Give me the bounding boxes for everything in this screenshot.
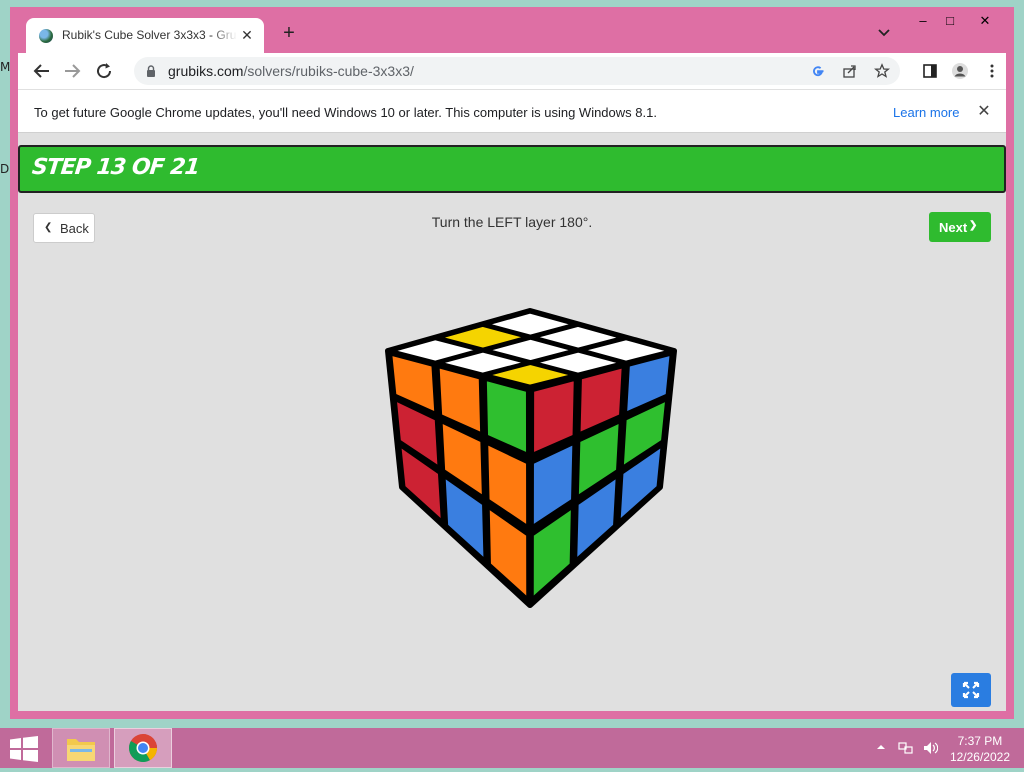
star-icon[interactable] xyxy=(874,63,890,79)
side-panel-icon[interactable] xyxy=(922,63,938,79)
infobar-message: To get future Google Chrome updates, you… xyxy=(34,105,657,120)
new-tab-button[interactable]: + xyxy=(278,22,300,44)
profile-avatar-icon[interactable] xyxy=(952,63,968,79)
lock-icon xyxy=(147,65,155,77)
tab-title: Rubik's Cube Solver 3x3x3 - Grubiks xyxy=(62,28,237,42)
url-domain: grubiks.com xyxy=(168,63,244,79)
show-hidden-icons-icon[interactable] xyxy=(876,742,886,752)
globe-icon xyxy=(39,29,53,43)
network-icon[interactable] xyxy=(898,740,914,756)
back-arrow-icon[interactable] xyxy=(30,59,54,83)
rubiks-cube-3d[interactable] xyxy=(358,299,678,609)
google-icon[interactable] xyxy=(810,63,826,79)
url-text: grubiks.com/solvers/rubiks-cube-3x3x3/ xyxy=(168,63,414,79)
url-path: /solvers/rubiks-cube-3x3x3/ xyxy=(243,63,414,79)
file-explorer-taskbar-button[interactable] xyxy=(52,728,110,768)
folder-icon xyxy=(67,739,95,761)
maximize-button[interactable]: □ xyxy=(935,13,965,31)
minimize-button[interactable]: – xyxy=(908,13,938,31)
infobar-close-icon[interactable]: ✕ xyxy=(975,101,993,121)
window-close-button[interactable]: ✕ xyxy=(970,13,1000,31)
windows-start-icon[interactable] xyxy=(10,736,38,762)
chevron-right-icon: ❯ xyxy=(969,220,978,231)
system-clock[interactable]: 7:37 PM 12/26/2022 xyxy=(950,733,1010,765)
browser-tab[interactable]: Rubik's Cube Solver 3x3x3 - Grubiks ✕ xyxy=(26,18,264,53)
chrome-icon xyxy=(129,734,157,762)
clock-time: 7:37 PM xyxy=(957,734,1003,748)
step-banner: STEP 13 OF 21 xyxy=(18,145,1006,193)
tab-close-icon[interactable]: ✕ xyxy=(238,26,256,44)
fullscreen-button[interactable] xyxy=(951,673,991,707)
clock-date: 12/26/2022 xyxy=(949,750,1010,764)
share-icon[interactable] xyxy=(842,63,858,79)
address-bar[interactable]: grubiks.com/solvers/rubiks-cube-3x3x3/ xyxy=(134,57,900,85)
page-content: STEP 13 OF 21 ❮ Back Turn the LEFT layer… xyxy=(18,133,1006,711)
next-button[interactable]: Next ❯ xyxy=(929,212,991,242)
desktop-letter-d: D xyxy=(0,162,10,176)
forward-arrow-icon[interactable] xyxy=(60,59,84,83)
chrome-taskbar-button[interactable] xyxy=(114,728,172,768)
step-instruction: Turn the LEFT layer 180°. xyxy=(431,214,593,230)
browser-toolbar: grubiks.com/solvers/rubiks-cube-3x3x3/ xyxy=(18,53,1006,89)
update-infobar: To get future Google Chrome updates, you… xyxy=(18,89,1006,133)
chevron-down-icon[interactable] xyxy=(876,25,892,41)
next-button-label: Next xyxy=(939,220,968,235)
learn-more-link[interactable]: Learn more xyxy=(893,105,959,120)
volume-icon[interactable] xyxy=(922,740,938,756)
fullscreen-icon xyxy=(962,681,980,699)
desktop-letter-m: M xyxy=(0,60,11,74)
more-menu-icon[interactable] xyxy=(984,63,1000,79)
step-label: STEP 13 OF 21 xyxy=(30,155,201,180)
browser-window: Rubik's Cube Solver 3x3x3 - Grubiks ✕ + … xyxy=(10,7,1014,719)
reload-icon[interactable] xyxy=(92,59,116,83)
windows-taskbar: 7:37 PM 12/26/2022 xyxy=(0,728,1024,768)
